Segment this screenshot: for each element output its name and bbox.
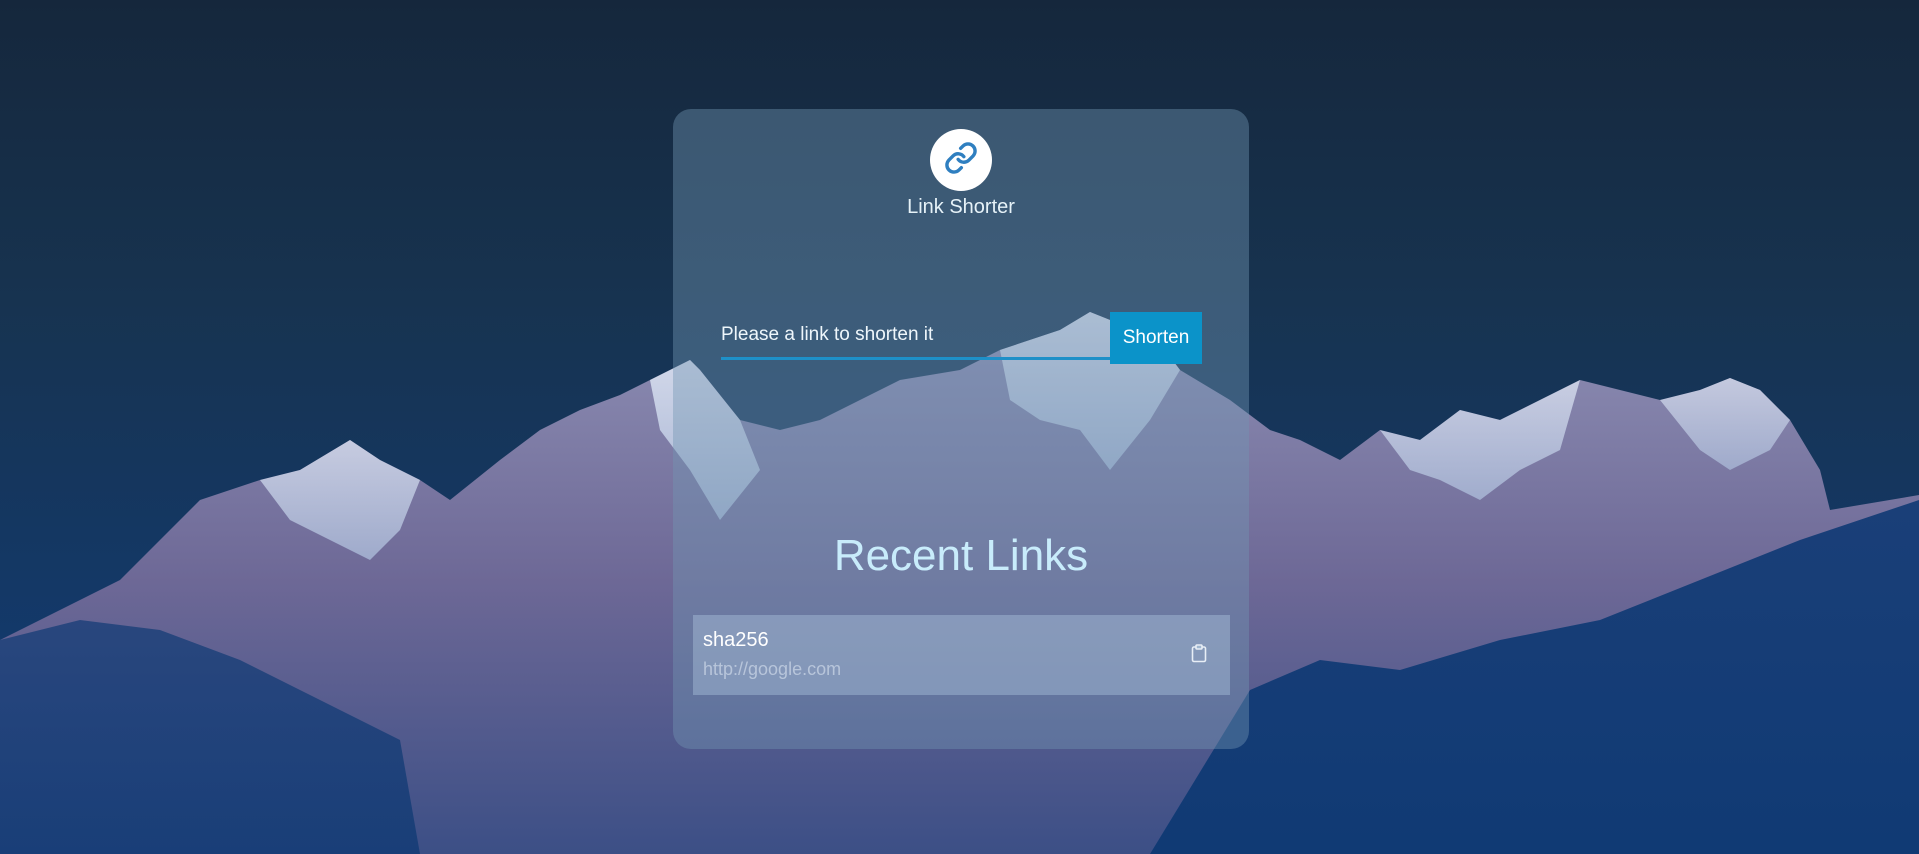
app-logo xyxy=(930,129,992,191)
app-title: Link Shorter xyxy=(907,196,1015,218)
link-original-url: http://google.com xyxy=(703,659,842,679)
link-hash: sha256 xyxy=(703,629,769,651)
shorten-button[interactable]: Shorten xyxy=(1110,312,1202,364)
recent-links-heading: Recent Links xyxy=(833,531,1089,580)
clipboard-icon xyxy=(1191,644,1207,668)
shortener-card: Link Shorter Shorten Recent Links sha256… xyxy=(673,109,1249,749)
link-icon xyxy=(944,141,978,180)
url-input[interactable] xyxy=(721,312,1111,360)
recent-link-item[interactable]: sha256 http://google.com xyxy=(693,615,1230,695)
copy-link-button[interactable] xyxy=(1188,644,1210,668)
